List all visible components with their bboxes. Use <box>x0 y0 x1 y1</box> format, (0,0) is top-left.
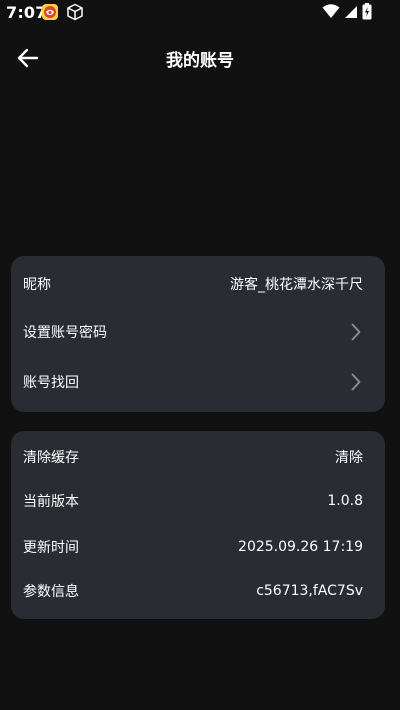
update-time-row: 更新时间 2025.09.26 17:19 <box>11 525 385 569</box>
chevron-right-icon <box>349 372 363 392</box>
clear-cache-row: 清除缓存 清除 <box>11 435 385 479</box>
page-title: 我的账号 <box>166 51 234 71</box>
cellular-signal-icon <box>344 4 358 23</box>
set-password-label: 设置账号密码 <box>23 325 107 341</box>
nickname-row: 昵称 游客_桃花潭水深千尺 <box>11 262 385 306</box>
battery-icon <box>362 2 372 24</box>
status-bar: 7:07 <box>0 0 400 26</box>
header: 我的账号 <box>0 36 400 78</box>
version-label: 当前版本 <box>23 494 79 510</box>
params-value: c56713,fAC7Sv <box>256 583 363 599</box>
nickname-label: 昵称 <box>23 277 51 293</box>
update-time-label: 更新时间 <box>23 540 79 556</box>
wifi-icon <box>322 3 340 23</box>
clear-cache-button[interactable]: 清除 <box>335 447 363 467</box>
status-indicators <box>322 2 372 24</box>
account-card: 昵称 游客_桃花潭水深千尺 设置账号密码 账号找回 <box>11 256 385 412</box>
app-notification-icon <box>41 3 59 21</box>
info-card: 清除缓存 清除 当前版本 1.0.8 更新时间 2025.09.26 17:19… <box>11 431 385 619</box>
version-row: 当前版本 1.0.8 <box>11 479 385 523</box>
clear-cache-label: 清除缓存 <box>23 450 79 466</box>
recover-account-row[interactable]: 账号找回 <box>11 360 385 404</box>
set-password-row[interactable]: 设置账号密码 <box>11 310 385 354</box>
screen: 7:07 我的账号 昵称 游客_桃花潭水深千尺 设置账号密码 账号找回 清除缓存… <box>0 0 400 710</box>
params-label: 参数信息 <box>23 584 79 600</box>
nickname-value: 游客_桃花潭水深千尺 <box>230 277 363 293</box>
chevron-right-icon <box>349 322 363 342</box>
update-time-value: 2025.09.26 17:19 <box>238 539 363 555</box>
params-row: 参数信息 c56713,fAC7Sv <box>11 569 385 613</box>
version-value: 1.0.8 <box>327 493 363 509</box>
cube-icon <box>66 3 84 21</box>
recover-account-label: 账号找回 <box>23 375 79 391</box>
